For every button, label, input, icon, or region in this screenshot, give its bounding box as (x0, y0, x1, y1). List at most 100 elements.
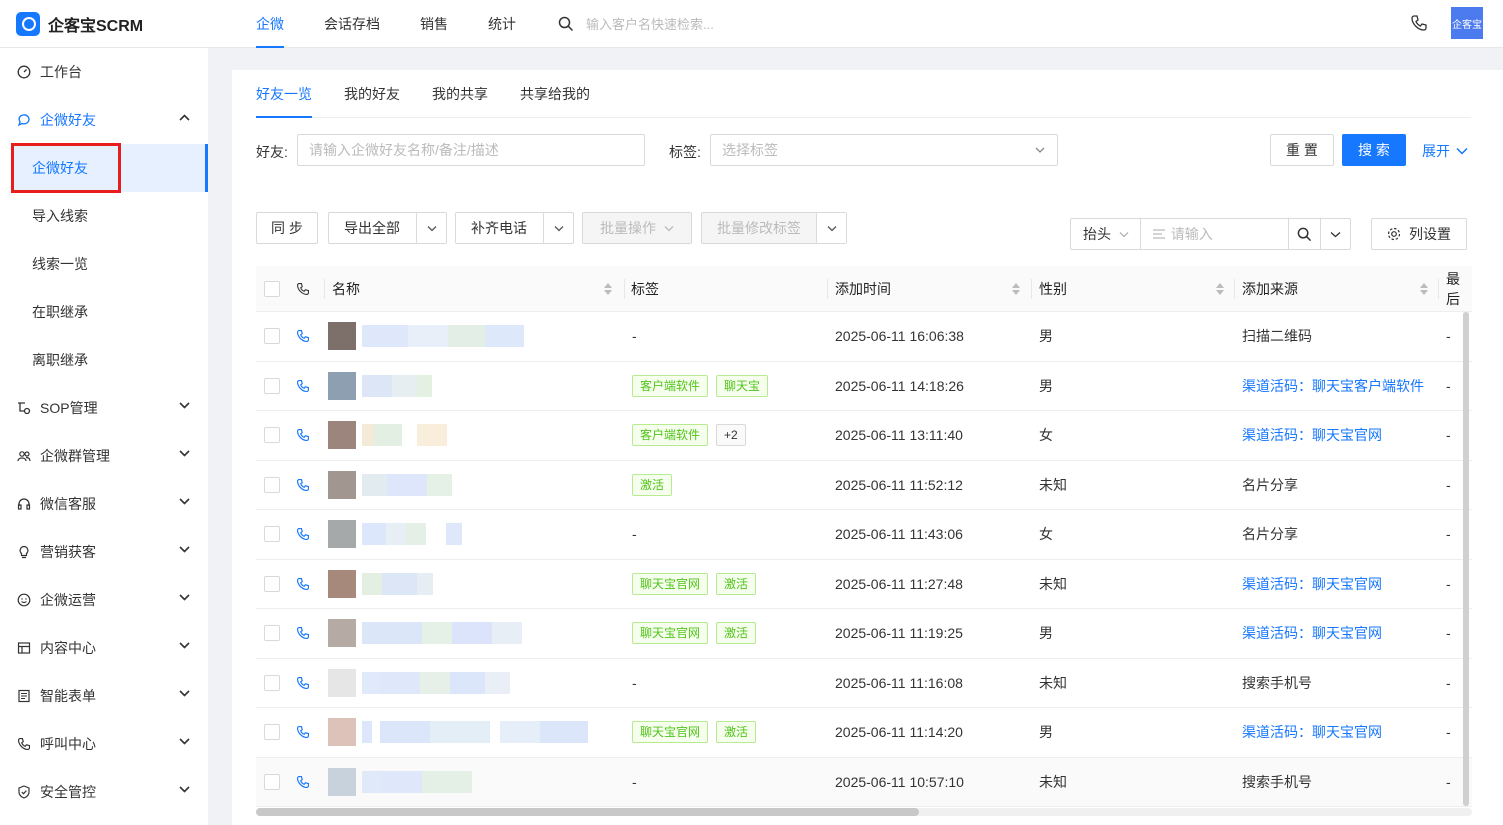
sidebar-item[interactable]: SOP管理 (0, 384, 208, 432)
col-header-tags[interactable]: 标签 (631, 266, 659, 311)
sidebar-item[interactable]: 企微群管理 (0, 432, 208, 480)
reset-button[interactable]: 重 置 (1270, 134, 1334, 166)
call-icon[interactable] (296, 461, 310, 510)
tab[interactable]: 共享给我的 (520, 70, 590, 117)
vertical-scrollbar[interactable] (1463, 312, 1469, 806)
row-checkbox[interactable] (264, 560, 280, 609)
tag-select[interactable]: 选择标签 (710, 134, 1058, 166)
sidebar-subitem[interactable]: 导入线索 (0, 192, 208, 240)
fill-phone-dropdown[interactable] (543, 213, 573, 243)
tab[interactable]: 好友一览 (256, 70, 312, 118)
row-checkbox[interactable] (264, 362, 280, 411)
table-row[interactable]: 客户端软件 聊天宝 2025-06-11 14:18:26 男 渠道活码：聊天宝客… (256, 362, 1472, 411)
call-icon[interactable] (296, 312, 310, 361)
sidebar-item[interactable]: 企微好友 (0, 96, 208, 144)
row-checkbox[interactable] (264, 758, 280, 807)
row-checkbox[interactable] (264, 708, 280, 757)
app-logo[interactable]: 企客宝SCRM (16, 12, 143, 36)
table-row[interactable]: - 2025-06-11 11:16:08 未知 搜索手机号 - (256, 659, 1472, 708)
export-dropdown[interactable] (416, 213, 446, 243)
sidebar-subitem[interactable]: 企微好友 (12, 144, 208, 192)
topnav-item[interactable]: 会话存档 (324, 0, 380, 48)
row-checkbox[interactable] (264, 461, 280, 510)
select-all-checkbox[interactable] (264, 266, 280, 311)
sidebar-subitem[interactable]: 在职继承 (0, 288, 208, 336)
table-row[interactable]: 激活 2025-06-11 11:52:12 未知 名片分享 - (256, 461, 1472, 510)
source-cell[interactable]: 渠道活码：聊天宝官网 (1242, 560, 1382, 609)
batch-tags-button[interactable]: 批量修改标签 (701, 212, 847, 244)
row-checkbox[interactable] (264, 659, 280, 708)
contact-name-cell[interactable] (328, 362, 432, 411)
sidebar-subitem[interactable]: 线索一览 (0, 240, 208, 288)
table-row[interactable]: - 2025-06-11 11:43:06 女 名片分享 - (256, 510, 1472, 560)
table-row[interactable]: - 2025-06-11 10:57:10 未知 搜索手机号 - (256, 757, 1472, 807)
call-icon[interactable] (296, 411, 310, 460)
table-row[interactable]: - 2025-06-11 16:06:38 男 扫描二维码 - (256, 312, 1472, 362)
contact-name-cell[interactable] (328, 560, 433, 609)
search-button[interactable]: 搜 索 (1342, 134, 1406, 166)
phone-icon[interactable] (1410, 14, 1428, 32)
col-header-source[interactable]: 添加来源 (1242, 266, 1298, 311)
column-search-button[interactable] (1288, 219, 1320, 249)
tab[interactable]: 我的好友 (344, 70, 400, 117)
contact-name-cell[interactable] (328, 461, 452, 510)
sidebar-item[interactable]: 呼叫中心 (0, 720, 208, 768)
row-checkbox[interactable] (264, 411, 280, 460)
sort-icon[interactable] (1012, 283, 1020, 295)
contact-name-cell[interactable] (328, 510, 462, 559)
call-icon[interactable] (296, 362, 310, 411)
sidebar-item[interactable]: 内容中心 (0, 624, 208, 672)
source-cell[interactable]: 渠道活码：聊天宝客户端软件 (1242, 362, 1424, 411)
sidebar-item[interactable]: 工作台 (0, 48, 208, 96)
topnav-item[interactable]: 统计 (488, 0, 516, 48)
table-row[interactable]: 聊天宝官网 激活 2025-06-11 11:14:20 男 渠道活码：聊天宝官网… (256, 708, 1472, 758)
batch-tags-dropdown[interactable] (816, 213, 846, 243)
call-icon[interactable] (296, 609, 310, 658)
col-header-last[interactable]: 最后 (1446, 266, 1472, 311)
fill-phone-button[interactable]: 补齐电话 (455, 212, 574, 244)
col-header-time[interactable]: 添加时间 (835, 266, 891, 311)
call-icon[interactable] (296, 758, 310, 807)
friend-search-input[interactable]: 请输入企微好友名称/备注/描述 (297, 134, 645, 166)
call-icon[interactable] (296, 659, 310, 708)
call-icon[interactable] (296, 510, 310, 559)
column-settings-button[interactable]: 列设置 (1371, 218, 1467, 250)
tab[interactable]: 我的共享 (432, 70, 488, 117)
contact-name-cell[interactable] (328, 312, 524, 361)
table-row[interactable]: 聊天宝官网 激活 2025-06-11 11:27:48 未知 渠道活码：聊天宝官… (256, 560, 1472, 609)
topnav-item[interactable]: 销售 (420, 0, 448, 48)
sidebar-item[interactable]: 智能表单 (0, 672, 208, 720)
sidebar-item[interactable]: 安全管控 (0, 768, 208, 816)
header-select[interactable]: 抬头 (1071, 219, 1141, 249)
sort-icon[interactable] (1420, 283, 1428, 295)
row-checkbox[interactable] (264, 312, 280, 361)
table-row[interactable]: 客户端软件 +2 2025-06-11 13:11:40 女 渠道活码：聊天宝官网… (256, 411, 1472, 461)
contact-name-cell[interactable] (328, 659, 510, 708)
sidebar-item[interactable]: 微信客服 (0, 480, 208, 528)
sort-icon[interactable] (1216, 283, 1224, 295)
horizontal-scrollbar-thumb[interactable] (256, 808, 919, 816)
batch-ops-button[interactable]: 批量操作 (582, 212, 692, 244)
column-search-dropdown[interactable] (1320, 219, 1350, 249)
export-all-button[interactable]: 导出全部 (328, 212, 447, 244)
sidebar-subitem[interactable]: 离职继承 (0, 336, 208, 384)
contact-name-cell[interactable] (328, 609, 522, 658)
user-avatar[interactable]: 企客宝 (1451, 7, 1483, 39)
call-icon[interactable] (296, 560, 310, 609)
sync-button[interactable]: 同 步 (256, 212, 318, 244)
contact-name-cell[interactable] (328, 411, 447, 460)
contact-name-cell[interactable] (328, 708, 588, 757)
row-checkbox[interactable] (264, 510, 280, 559)
source-cell[interactable]: 渠道活码：聊天宝官网 (1242, 609, 1382, 658)
column-search-input[interactable]: 请输入 (1141, 219, 1288, 249)
vertical-scrollbar-thumb[interactable] (1463, 312, 1469, 806)
call-icon[interactable] (296, 708, 310, 757)
contact-name-cell[interactable] (328, 758, 472, 807)
col-header-gender[interactable]: 性别 (1039, 266, 1067, 311)
source-cell[interactable]: 渠道活码：聊天宝官网 (1242, 411, 1382, 460)
sort-icon[interactable] (604, 283, 612, 295)
sidebar-item[interactable]: 企微运营 (0, 576, 208, 624)
top-search[interactable]: 输入客户名快速检索... (558, 14, 714, 33)
table-row[interactable]: 聊天宝官网 激活 2025-06-11 11:19:25 男 渠道活码：聊天宝官网… (256, 609, 1472, 659)
sidebar-item[interactable]: 营销获客 (0, 528, 208, 576)
